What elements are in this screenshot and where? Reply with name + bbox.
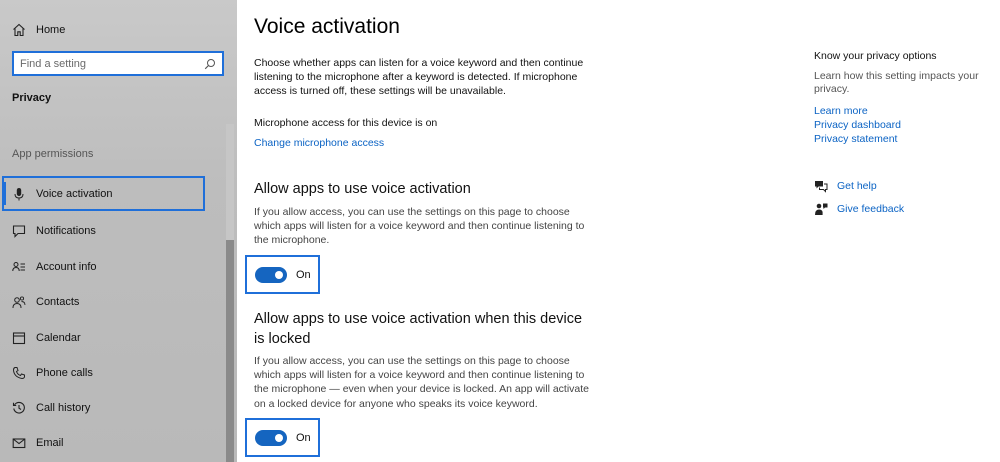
toggle-knob — [275, 270, 283, 279]
give-feedback-row[interactable]: Give feedback — [814, 202, 904, 216]
history-icon — [12, 401, 26, 415]
change-mic-access-link[interactable]: Change microphone access — [254, 137, 384, 149]
notification-icon — [12, 224, 26, 238]
privacy-dashboard-link[interactable]: Privacy dashboard — [814, 119, 994, 132]
locked-voice-activation-description: If you allow access, you can use the set… — [254, 355, 590, 410]
sidebar-item-label: Calendar — [36, 331, 81, 344]
microphone-icon — [12, 187, 26, 201]
home-icon — [13, 23, 25, 37]
sidebar-item-calendar[interactable]: Calendar — [0, 320, 224, 355]
get-help-row[interactable]: Get help — [814, 179, 877, 193]
search-box[interactable] — [12, 51, 224, 76]
get-help-link[interactable]: Get help — [837, 180, 877, 192]
search-input[interactable] — [20, 57, 204, 70]
sidebar-item-phone-calls[interactable]: Phone calls — [0, 355, 224, 390]
mic-status-text: Microphone access for this device is on — [254, 117, 438, 129]
home-nav-item[interactable]: Home — [12, 20, 65, 40]
phone-icon — [12, 366, 26, 380]
home-label: Home — [36, 24, 66, 36]
sidebar-item-call-history[interactable]: Call history — [0, 390, 224, 425]
privacy-options-title: Know your privacy options — [814, 50, 937, 62]
sidebar-item-notifications[interactable]: Notifications — [0, 213, 224, 248]
locked-voice-activation-toggle-box[interactable]: On — [245, 418, 320, 457]
email-icon — [12, 436, 26, 450]
sidebar-item-label: Phone calls — [36, 366, 93, 379]
voice-activation-heading: Allow apps to use voice activation — [254, 181, 471, 197]
toggle-knob — [275, 433, 283, 442]
privacy-options-description: Learn how this setting impacts your priv… — [814, 70, 979, 95]
voice-activation-toggle-box[interactable]: On — [245, 255, 320, 294]
search-icon[interactable] — [204, 58, 216, 70]
locked-voice-activation-heading: Allow apps to use voice activation when … — [254, 311, 583, 347]
sidebar-item-label: Account info — [36, 260, 97, 273]
sidebar-item-label: Email — [36, 436, 64, 449]
sidebar-item-email[interactable]: Email — [0, 425, 224, 460]
sidebar-item-voice-activation[interactable]: Voice activation — [2, 176, 205, 211]
sidebar-item-label: Notifications — [36, 224, 96, 237]
sidebar-item-label: Voice activation — [36, 187, 113, 200]
scrollbar-thumb[interactable] — [226, 240, 234, 462]
privacy-statement-link[interactable]: Privacy statement — [814, 133, 994, 146]
get-help-icon — [815, 181, 828, 193]
learn-more-link[interactable]: Learn more — [814, 105, 994, 118]
privacy-links: Learn more Privacy dashboard Privacy sta… — [814, 105, 994, 146]
sidebar: Home Privacy App permissions Voice activ… — [0, 0, 237, 462]
sidebar-item-label: Call history — [36, 401, 91, 414]
contacts-icon — [12, 295, 26, 309]
voice-activation-description: If you allow access, you can use the set… — [254, 206, 585, 247]
group-title: App permissions — [12, 148, 94, 160]
calendar-icon — [12, 331, 26, 345]
section-title: Privacy — [12, 92, 52, 104]
give-feedback-icon — [815, 203, 828, 215]
locked-voice-activation-toggle[interactable] — [255, 429, 287, 446]
sidebar-scrollbar[interactable] — [226, 124, 234, 462]
toggle-state-label: On — [296, 431, 311, 444]
toggle-state-label: On — [296, 268, 311, 281]
sidebar-item-contacts[interactable]: Contacts — [0, 284, 224, 319]
page-description: Choose whether apps can listen for a voi… — [254, 57, 584, 97]
privacy-options-panel: Know your privacy options Learn how this… — [814, 50, 994, 146]
account-info-icon — [12, 260, 26, 274]
page-title: Voice activation — [254, 15, 400, 38]
sidebar-item-account-info[interactable]: Account info — [0, 249, 224, 284]
give-feedback-link[interactable]: Give feedback — [837, 203, 904, 215]
voice-activation-toggle[interactable] — [255, 266, 287, 283]
sidebar-item-label: Contacts — [36, 295, 80, 308]
